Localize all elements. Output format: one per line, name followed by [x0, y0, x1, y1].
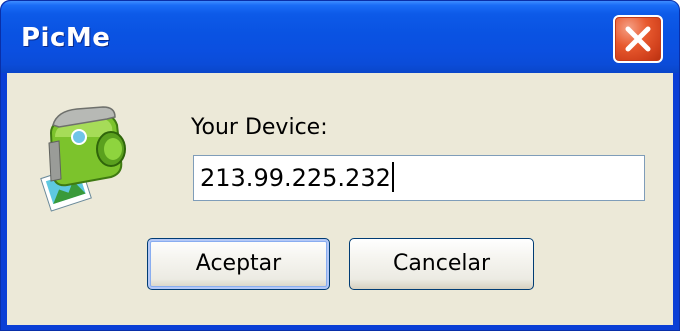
text-caret	[391, 162, 394, 192]
accept-button[interactable]: Aceptar	[147, 238, 330, 290]
dialog-window: PicMe Your Device: 213.99.225.232 Acepta…	[0, 0, 680, 331]
window-title: PicMe	[21, 23, 111, 53]
device-address-input[interactable]: 213.99.225.232	[193, 155, 645, 201]
title-bar[interactable]: PicMe	[1, 1, 679, 73]
cancel-button[interactable]: Cancelar	[349, 238, 534, 290]
device-address-value: 213.99.225.232	[200, 164, 391, 192]
close-icon	[625, 26, 651, 52]
device-label: Your Device:	[191, 115, 328, 140]
close-button[interactable]	[613, 15, 663, 63]
dialog-body: Your Device: 213.99.225.232 Aceptar Canc…	[7, 73, 673, 325]
camera-printer-icon	[40, 106, 126, 212]
